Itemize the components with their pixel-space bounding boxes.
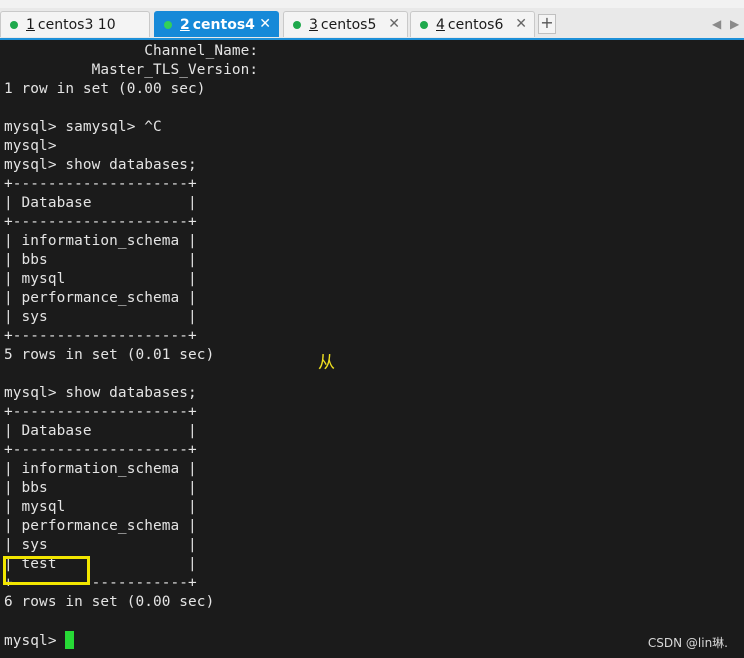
- terminal-line: 5 rows in set (0.01 sec): [4, 347, 215, 363]
- tab-label: centos4: [192, 16, 255, 33]
- close-tab-icon[interactable]: ✕: [515, 16, 527, 32]
- tab-centos4[interactable]: 2 centos4 ✕: [154, 11, 279, 37]
- terminal-line: +--------------------+: [4, 176, 197, 192]
- terminal-line: +--------------------+: [4, 442, 197, 458]
- terminal-line: +--------------------+: [4, 214, 197, 230]
- terminal-line: +--------------------+: [4, 404, 197, 420]
- terminal-line: mysql> samysql> ^C: [4, 119, 162, 135]
- connected-status-icon: [10, 20, 18, 29]
- close-tab-icon[interactable]: ✕: [388, 16, 400, 32]
- terminal-line: | information_schema |: [4, 461, 197, 477]
- terminal-line: | performance_schema |: [4, 290, 197, 306]
- terminal-line: | performance_schema |: [4, 518, 197, 534]
- terminal-line: mysql> show databases;: [4, 157, 197, 173]
- tab-label: centos5: [320, 16, 377, 33]
- terminal-line: | Database |: [4, 423, 197, 439]
- scroll-tabs-left-icon[interactable]: ◀: [712, 17, 721, 31]
- tab-number: 4: [436, 16, 445, 33]
- terminal-line: | Database |: [4, 195, 197, 211]
- text-cursor: [65, 631, 75, 649]
- tab-label: centos3 10: [37, 16, 116, 33]
- session-tab-bar: 1 centos3 10 2 centos4 ✕ 3 centos5 ✕ 4 c…: [0, 8, 744, 40]
- terminal-line: mysql> show databases;: [4, 385, 197, 401]
- watermark: CSDN @lin琳.: [647, 636, 728, 650]
- highlight-box: [3, 556, 90, 585]
- scroll-tabs-right-icon[interactable]: ▶: [730, 17, 739, 31]
- terminal-area[interactable]: Channel_Name: Master_TLS_Version: 1 row …: [0, 40, 744, 658]
- mysql-prompt: mysql>: [4, 633, 66, 649]
- tab-number: 3: [309, 16, 318, 33]
- tab-centos6[interactable]: 4 centos6 ✕: [410, 11, 535, 37]
- prompt-line[interactable]: mysql>: [4, 631, 267, 650]
- terminal-line: Master_TLS_Version:: [4, 62, 267, 78]
- terminal-line: | information_schema |: [4, 233, 197, 249]
- new-tab-button[interactable]: +: [538, 14, 556, 34]
- connected-status-icon: [164, 20, 172, 29]
- terminal-line: 6 rows in set (0.00 sec): [4, 594, 215, 610]
- terminal-line: | bbs |: [4, 480, 197, 496]
- tab-centos5[interactable]: 3 centos5 ✕: [283, 11, 408, 37]
- tab-centos3[interactable]: 1 centos3 10: [0, 11, 150, 37]
- terminal-line: | sys |: [4, 537, 197, 553]
- connected-status-icon: [420, 20, 428, 29]
- tab-number: 1: [26, 16, 35, 33]
- terminal-line: +--------------------+: [4, 328, 197, 344]
- terminal-line: | mysql |: [4, 499, 197, 515]
- terminal-line: | sys |: [4, 309, 197, 325]
- terminal-line: mysql>: [4, 138, 66, 154]
- terminal-line: 1 row in set (0.00 sec): [4, 81, 206, 97]
- tab-label: centos6: [447, 16, 504, 33]
- terminal-line: Channel_Name:: [4, 43, 267, 59]
- close-tab-icon[interactable]: ✕: [259, 16, 271, 32]
- annotation-label: 从: [318, 353, 335, 373]
- terminal-line: | bbs |: [4, 252, 197, 268]
- terminal-line: | mysql |: [4, 271, 197, 287]
- connected-status-icon: [293, 20, 301, 29]
- tab-number: 2: [180, 16, 190, 33]
